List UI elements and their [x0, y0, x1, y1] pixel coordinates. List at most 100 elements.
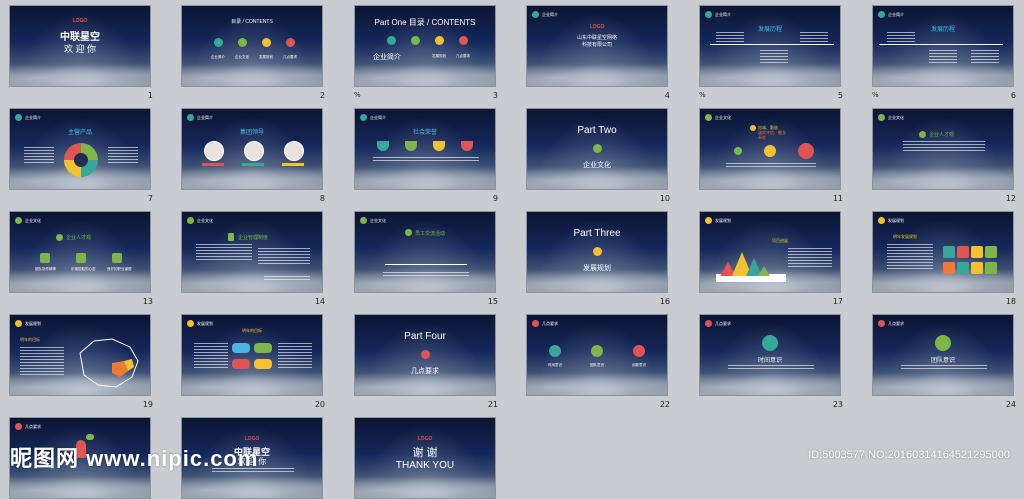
star-icon — [360, 217, 367, 224]
slide-thumbnail[interactable]: 几点要求 团队意识 24 — [872, 314, 1016, 409]
speech-bubble-icon — [86, 434, 94, 440]
slide-thumbnail[interactable]: 发展规划 项目进展 17 — [699, 211, 843, 306]
slide-22[interactable]: 几点要求 时间意识 团队意识 创新意识 — [526, 314, 668, 396]
slide-4[interactable]: 企业简介 LOGO 山东中联星空网络 科技有限公司 — [526, 5, 668, 87]
slide-11[interactable]: 企业文化 忠诚、勤奋 诚实守信、敬业 奉献 — [699, 108, 841, 190]
ethics-icon — [112, 253, 122, 263]
slide-title: Part Three — [573, 228, 621, 239]
slide-14[interactable]: 企业文化 企业管理制度 — [181, 211, 323, 293]
home-icon — [532, 11, 539, 18]
slide-thumbnail[interactable]: 企业文化 企业管理制度 14 — [181, 211, 325, 306]
section-header: 企业简介 — [25, 114, 41, 120]
slide-thumbnail[interactable]: Part Two 企业文化 10 — [526, 108, 670, 203]
slide-thumbnail[interactable]: 企业文化 企业人才观 团队协作精神 乐观进取的心态 良好的职业道德 13 — [9, 211, 153, 306]
section-header: 企业文化 — [197, 217, 213, 223]
slide-13[interactable]: 企业文化 企业人才观 团队协作精神 乐观进取的心态 良好的职业道德 — [9, 211, 151, 293]
slide-thumbnail[interactable]: LOGO 中联星空 欢 迎 你 1 — [9, 5, 153, 100]
section-header: 发展规划 — [888, 217, 904, 223]
slide-3[interactable]: Part One 目录 / CONTENTS 企业简介 发展规划 几点要求 — [354, 5, 496, 87]
slide-number: 3 — [492, 91, 498, 100]
slide-5[interactable]: 企业简介 发展历程 — [699, 5, 841, 87]
slide-thumbnail[interactable]: 企业简介 发展历程 5 — [699, 5, 843, 100]
slide-2[interactable]: 目录 / CONTENTS 企业简介 企业文化 发展规划 几点要求 — [181, 5, 323, 87]
slide-thumbnail[interactable]: 发展规划 明年发展规划 18 — [872, 211, 1016, 306]
slide-thumbnail[interactable]: 企业简介 集团领导 8 — [181, 108, 325, 203]
slide-thumbnail[interactable]: 企业简介 社会荣誉 9 — [354, 108, 498, 203]
slide-16[interactable]: Part Three 发展规划 — [526, 211, 668, 293]
slide-subtitle: 企业简介 — [373, 54, 401, 61]
slide-thumbnail[interactable]: 企业简介 发展历程 6 — [872, 5, 1016, 100]
slide-thumbnail[interactable]: 企业文化 员工交流活动 15 — [354, 211, 498, 306]
slide-thumbnail[interactable]: Part Four 几点要求 21 — [354, 314, 498, 409]
slide-title: 明年的目标 — [20, 337, 40, 342]
slide-title: Part One 目录 / CONTENTS — [374, 18, 476, 27]
slide-thumbnail[interactable]: 企业简介 LOGO 山东中联星空网络 科技有限公司 4 — [526, 5, 670, 100]
slide-thumbnail[interactable]: 企业文化 企业人才观 12 — [872, 108, 1016, 203]
team-icon — [935, 335, 951, 351]
slide-number: 9 — [492, 194, 498, 203]
slide-thumbnail[interactable]: 企业文化 忠诚、勤奋 诚实守信、敬业 奉献 11 — [699, 108, 843, 203]
section-header: 企业简介 — [370, 114, 386, 120]
slide-17[interactable]: 发展规划 项目进展 — [699, 211, 841, 293]
slide-12[interactable]: 企业文化 企业人才观 — [872, 108, 1014, 190]
slide-23[interactable]: 几点要求 时间意识 — [699, 314, 841, 396]
section-header: 企业文化 — [25, 217, 41, 223]
hex-icon — [957, 262, 969, 274]
slide-thumbnail[interactable]: 企业简介 主营产品 7 — [9, 108, 153, 203]
item-label: 团队协作精神 — [35, 267, 56, 271]
slide-thumbnail[interactable]: 发展规划 明年的目标 20 — [181, 314, 325, 409]
slide-15[interactable]: 企业文化 员工交流活动 — [354, 211, 496, 293]
slide-21[interactable]: Part Four 几点要求 — [354, 314, 496, 396]
person-icon — [633, 345, 645, 357]
item-icon — [387, 36, 396, 45]
slide-thumbnail[interactable]: 发展规划 明年的目标 19 — [9, 314, 153, 409]
slide-19[interactable]: 发展规划 明年的目标 — [9, 314, 151, 396]
gem-icon — [734, 147, 742, 155]
slide-7[interactable]: 企业简介 主营产品 — [9, 108, 151, 190]
item-icon — [214, 38, 223, 47]
slide-number: 2 — [319, 91, 325, 100]
slide-10[interactable]: Part Two 企业文化 — [526, 108, 668, 190]
item-label: 发展规划 — [432, 54, 446, 58]
slide-27[interactable]: LOGO 谢 谢 THANK YOU — [354, 417, 496, 499]
slide-number: 1 — [147, 91, 153, 100]
slide-number: 16 — [659, 297, 670, 306]
slide-subtitle: 欢 迎 你 — [63, 44, 96, 54]
section-header: 企业简介 — [197, 114, 213, 120]
item-label: 创新意识 — [632, 363, 646, 367]
slide-thumbnail[interactable]: 目录 / CONTENTS 企业简介 企业文化 发展规划 几点要求 2 — [181, 5, 325, 100]
section-header: 几点要求 — [25, 423, 41, 429]
star-icon — [705, 114, 712, 121]
slide-thumbnail[interactable]: Part Three 发展规划 16 — [526, 211, 670, 306]
slide-thumbnail-grid: LOGO 中联星空 欢 迎 你 1 目录 / CONTENTS 企业简介 企业文… — [0, 0, 1024, 499]
slide-number: 4 — [664, 91, 670, 100]
pin-icon — [421, 350, 430, 359]
slide-subtitle: 团队意识 — [930, 358, 955, 364]
item-label: 几点要求 — [456, 54, 470, 58]
slide-thumbnail[interactable]: 几点要求 时间意识 23 — [699, 314, 843, 409]
slide-6[interactable]: 企业简介 发展历程 — [872, 5, 1014, 87]
slide-8[interactable]: 企业简介 集团领导 — [181, 108, 323, 190]
chart-icon — [705, 217, 712, 224]
item-label: 团队意识 — [590, 363, 604, 367]
slide-thumbnail[interactable]: 几点要求 时间意识 团队意识 创新意识 22 — [526, 314, 670, 409]
slide-thumbnail[interactable]: LOGO 谢 谢 THANK YOU — [354, 417, 496, 499]
item-icon — [286, 38, 295, 47]
home-icon — [187, 114, 194, 121]
slide-title: 中联星空 — [60, 32, 100, 43]
slide-thumbnail[interactable]: Part One 目录 / CONTENTS 企业简介 发展规划 几点要求 3 — [354, 5, 498, 100]
slide-subtitle: THANK YOU — [395, 460, 455, 471]
slide-number: 12 — [1005, 194, 1016, 203]
slide-18[interactable]: 发展规划 明年发展规划 — [872, 211, 1014, 293]
heart-icon — [798, 143, 814, 159]
slide-9[interactable]: 企业简介 社会荣誉 — [354, 108, 496, 190]
slide-20[interactable]: 发展规划 明年的目标 — [181, 314, 323, 396]
slide-24[interactable]: 几点要求 团队意识 — [872, 314, 1014, 396]
slide-number: 23 — [832, 400, 843, 409]
section-header: 企业文化 — [370, 217, 386, 223]
slide-1[interactable]: LOGO 中联星空 欢 迎 你 — [9, 5, 151, 87]
avatar — [284, 141, 304, 161]
section-header: 企业简介 — [888, 11, 904, 17]
slide-title: 集团领导 — [239, 130, 264, 136]
item-icon — [411, 36, 420, 45]
